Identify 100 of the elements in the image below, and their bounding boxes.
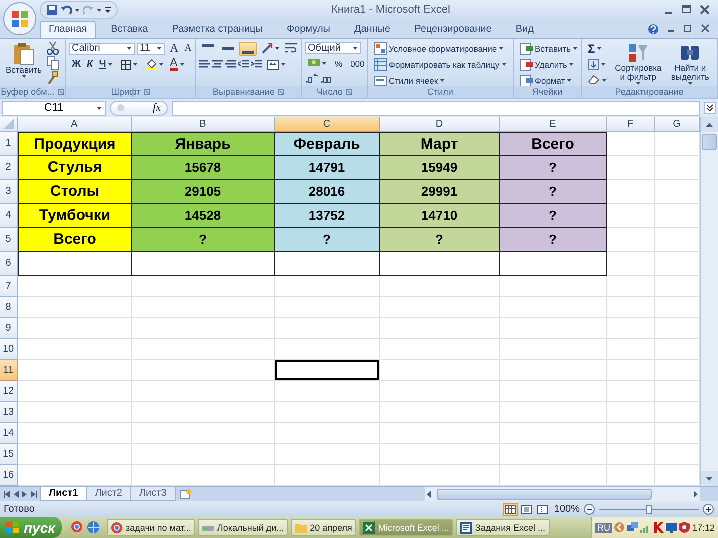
row-header[interactable]: 4 [0, 204, 18, 228]
previous-sheet-icon[interactable] [13, 490, 19, 498]
ribbon-tab[interactable]: Главная [40, 21, 96, 38]
font-color-button[interactable]: A [167, 56, 188, 72]
browser-icon[interactable] [71, 521, 84, 534]
row-header[interactable]: 9 [0, 318, 18, 339]
vertical-scrollbar[interactable] [700, 117, 718, 486]
row-header[interactable]: 11 [0, 360, 18, 381]
page-layout-button[interactable] [519, 502, 534, 516]
formula-field[interactable] [172, 100, 700, 116]
save-icon[interactable] [47, 4, 58, 16]
bottom-align-button[interactable] [239, 42, 257, 56]
row-header[interactable]: 3 [0, 180, 18, 204]
row-header[interactable]: 13 [0, 402, 18, 423]
increase-decimal-icon[interactable] [305, 74, 318, 84]
zoom-out-icon[interactable] [584, 504, 595, 514]
row-header[interactable]: 2 [0, 156, 18, 180]
grow-font-button[interactable]: A [167, 39, 182, 58]
restore-icon[interactable] [684, 24, 693, 32]
wrap-text-icon[interactable] [285, 43, 297, 54]
selected-cell[interactable] [275, 360, 380, 381]
horizontal-scrollbar[interactable] [425, 487, 700, 501]
shield-icon[interactable] [679, 522, 690, 533]
align-center-icon[interactable] [212, 60, 223, 70]
decrease-indent-icon[interactable] [238, 60, 249, 70]
maximize-icon[interactable] [682, 5, 692, 15]
row-header[interactable]: 12 [0, 381, 18, 402]
merge-button[interactable] [264, 58, 289, 72]
taskbar-button[interactable]: задачи по мат... [107, 519, 196, 536]
ribbon-tab[interactable]: Рецензирование [406, 21, 501, 38]
find-select-button[interactable]: Найти и выделить [666, 41, 714, 86]
delete-cells-button[interactable]: Удалить [517, 56, 578, 72]
bold-button[interactable]: Ж [69, 57, 84, 72]
row-header[interactable]: 8 [0, 297, 18, 318]
copy-icon[interactable] [47, 56, 60, 70]
font-size-field[interactable]: 11 [137, 42, 165, 54]
expand-icon[interactable] [704, 102, 716, 114]
ribbon-tab[interactable]: Формулы [278, 21, 340, 38]
first-sheet-icon[interactable] [4, 490, 10, 498]
format-brush-icon[interactable] [47, 71, 60, 85]
sheet-tab[interactable]: Лист3 [130, 487, 176, 501]
conditional-formatting-button[interactable]: Условное форматирование [371, 40, 508, 57]
zoom-in-icon[interactable] [703, 504, 714, 514]
column-header[interactable]: B [132, 117, 275, 132]
customize-icon[interactable] [105, 7, 111, 13]
column-header[interactable]: F [607, 117, 655, 132]
increase-indent-icon[interactable] [251, 60, 262, 70]
column-header[interactable]: G [655, 117, 700, 132]
insert-function-button[interactable]: fx [153, 102, 161, 114]
page-break-button[interactable] [535, 502, 550, 516]
name-box[interactable]: C11 [2, 100, 106, 116]
underline-button[interactable]: Ч [96, 57, 116, 72]
ribbon-tab[interactable]: Вставка [102, 21, 158, 38]
ribbon-tab[interactable]: Данные [345, 21, 400, 38]
column-header[interactable]: C [275, 117, 380, 132]
row-header[interactable]: 10 [0, 339, 18, 360]
paste-button[interactable]: Вставить [3, 41, 46, 86]
align-left-icon[interactable] [199, 60, 210, 70]
column-header[interactable]: A [18, 117, 132, 132]
help-icon[interactable] [648, 24, 659, 34]
last-sheet-icon[interactable] [31, 490, 37, 498]
fill-button[interactable] [585, 57, 609, 72]
row-header[interactable]: 5 [0, 228, 18, 252]
language-indicator[interactable]: RU [595, 522, 612, 532]
italic-button[interactable]: К [84, 57, 96, 72]
zoom-slider[interactable] [599, 504, 699, 514]
align-right-icon[interactable] [225, 60, 236, 70]
ribbon-tab[interactable]: Вид [506, 21, 543, 38]
row-header[interactable]: 6 [0, 252, 18, 276]
row-header[interactable]: 14 [0, 423, 18, 444]
taskbar-button[interactable]: Локальный ди... [198, 519, 288, 536]
insert-cells-button[interactable]: Вставить [517, 40, 581, 56]
insert-sheet-icon[interactable] [180, 489, 192, 499]
ribbon-tab[interactable]: Разметка страницы [163, 21, 272, 38]
row-header[interactable]: 15 [0, 444, 18, 465]
shrink-font-button[interactable]: A [182, 41, 195, 56]
scissors-icon[interactable] [47, 41, 60, 55]
row-header[interactable]: 16 [0, 465, 18, 486]
close-icon[interactable] [701, 24, 710, 32]
sheet-tab[interactable]: Лист1 [40, 487, 88, 501]
normal-view-button[interactable] [503, 502, 518, 516]
close-icon[interactable] [700, 5, 710, 15]
next-sheet-icon[interactable] [22, 490, 28, 498]
sheet-tab[interactable]: Лист2 [86, 487, 132, 501]
format-as-table-button[interactable]: Форматировать как таблицу [371, 56, 510, 73]
taskbar-button[interactable]: 20 апреля [291, 519, 356, 536]
number-format-field[interactable]: Общий [305, 42, 361, 54]
taskbar-button[interactable]: Задания Excel ... [456, 519, 550, 536]
monitor-icon[interactable] [666, 522, 678, 533]
globe-icon[interactable] [87, 521, 100, 534]
column-header[interactable]: E [500, 117, 607, 132]
network-icon[interactable] [627, 522, 638, 533]
sum-button[interactable]: Σ [585, 40, 606, 58]
font-name-field[interactable]: Calibri [69, 42, 135, 54]
percent-button[interactable]: % [332, 56, 346, 70]
undo-icon[interactable] [61, 4, 72, 16]
thousands-button[interactable]: 000 [348, 56, 367, 70]
sort-filter-button[interactable]: Сортировка и фильтр [612, 41, 665, 86]
row-header[interactable]: 1 [0, 132, 18, 156]
row-header[interactable]: 7 [0, 276, 18, 297]
